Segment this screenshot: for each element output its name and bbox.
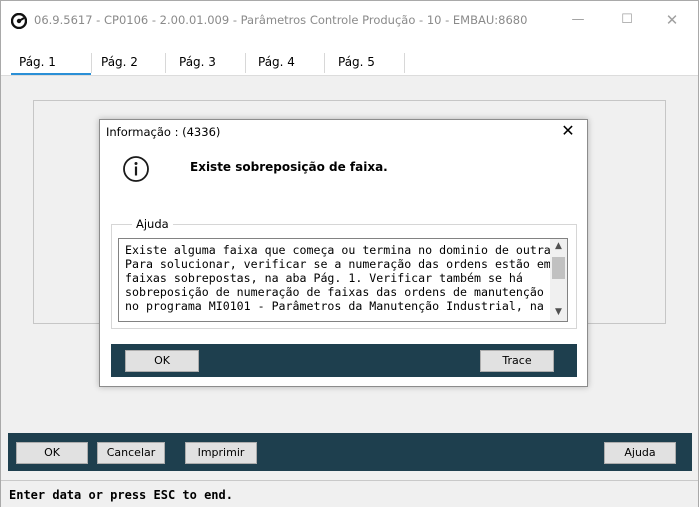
info-dialog: Informação : (4336) ✕ Existe sobreposiçã… [99,119,588,387]
cancel-button-label: Cancelar [106,446,156,459]
tab-divider [165,53,166,73]
scroll-thumb[interactable] [552,257,565,279]
close-window-button[interactable]: ✕ [660,9,684,31]
help-groupbox: Ajuda Existe alguma faixa que começa ou … [111,217,577,329]
ok-button-label: OK [44,446,60,459]
help-line: Existe alguma faixa que começa ou termin… [125,243,558,257]
ok-button[interactable]: OK [16,442,88,464]
print-button[interactable]: Imprimir [185,442,257,464]
status-text: Enter data or press ESC to end. [9,488,233,502]
help-scrollbar[interactable]: ▲ ▼ [550,239,567,321]
scroll-down-icon[interactable]: ▼ [550,307,567,319]
scroll-up-icon[interactable]: ▲ [550,241,567,253]
status-bar: Enter data or press ESC to end. [1,480,698,507]
cancel-button[interactable]: Cancelar [97,442,165,464]
tab-pag-4[interactable]: Pág. 4 [258,55,295,69]
dialog-ok-button[interactable]: OK [125,350,199,372]
main-window: 06.9.5617 - CP0106 - 2.00.01.009 - Parâm… [0,0,699,507]
help-line: Para solucionar, verificar se a numeraçã… [125,257,551,271]
footer-toolbar: OK Cancelar Imprimir Ajuda [8,433,692,471]
tab-divider [404,53,405,73]
tab-pag-5[interactable]: Pág. 5 [338,55,375,69]
tab-divider [245,53,246,73]
help-button-label: Ajuda [624,446,656,459]
help-group-label: Ajuda [132,217,173,231]
trace-button[interactable]: Trace [480,350,554,372]
window-title: 06.9.5617 - CP0106 - 2.00.01.009 - Parâm… [34,13,528,27]
help-line: no programa MI0101 - Parâmetros da Manut… [125,299,544,313]
dialog-ok-label: OK [154,354,170,367]
app-logo-icon [11,13,27,29]
dialog-message: Existe sobreposição de faixa. [190,160,388,174]
tab-pag-3[interactable]: Pág. 3 [179,55,216,69]
help-line: faixas sobrepostas, na aba Pág. 1. Verif… [125,271,523,285]
tab-pag-1[interactable]: Pág. 1 [19,55,56,69]
tab-strip: Pág. 1 Pág. 2 Pág. 3 Pág. 4 Pág. 5 [1,41,698,76]
tab-divider [91,53,92,73]
print-button-label: Imprimir [197,446,245,459]
help-text: Existe alguma faixa que começa ou termin… [125,243,558,313]
info-icon [123,156,149,182]
tab-divider [324,53,325,73]
trace-button-label: Trace [502,354,532,367]
title-bar[interactable]: 06.9.5617 - CP0106 - 2.00.01.009 - Parâm… [1,1,698,41]
maximize-button[interactable]: ☐ [615,9,639,31]
tab-pag-2[interactable]: Pág. 2 [101,55,138,69]
help-button[interactable]: Ajuda [604,442,676,464]
help-textarea[interactable]: Existe alguma faixa que começa ou termin… [118,238,568,322]
dialog-button-bar: OK Trace [111,344,577,377]
dialog-close-button[interactable]: ✕ [559,121,577,140]
dialog-title: Informação : (4336) [106,125,221,139]
minimize-button[interactable]: — [566,9,590,31]
help-line: sobreposição de numeração de faixas das … [125,285,544,299]
